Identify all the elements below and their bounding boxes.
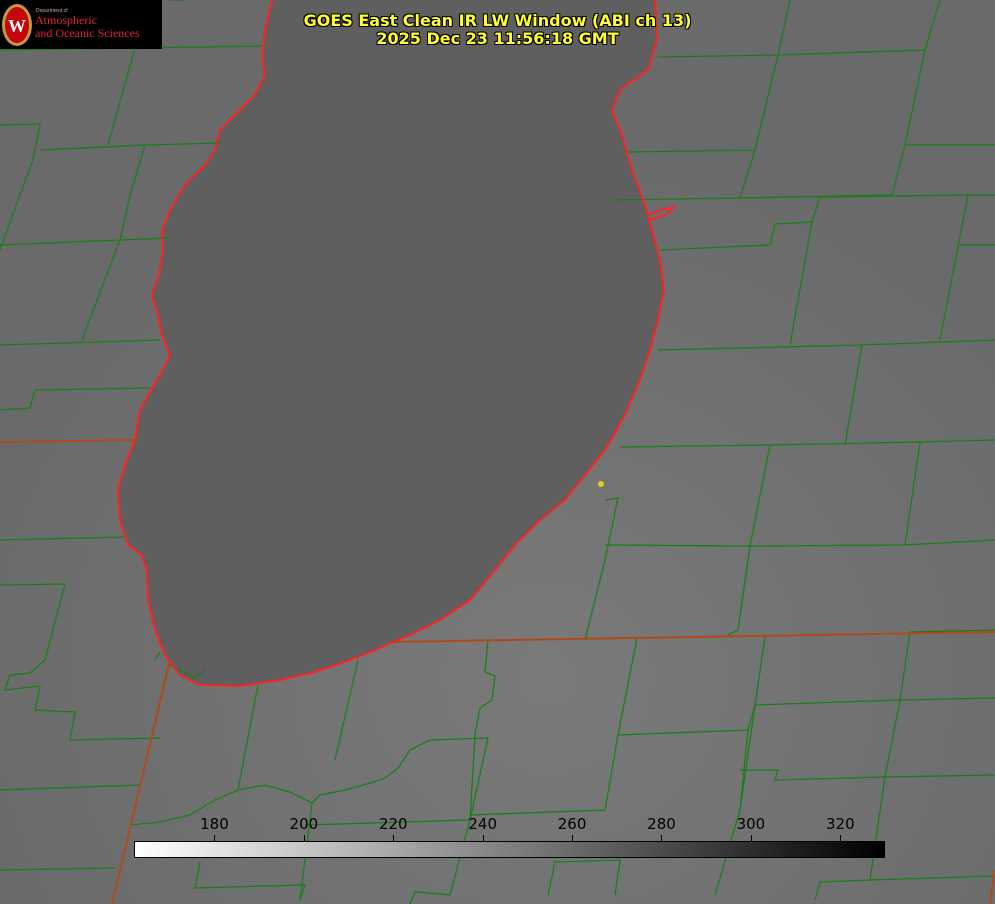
- colorbar-tick-label: 180: [200, 815, 229, 833]
- colorbar: [134, 841, 885, 858]
- uw-seal-icon: W: [2, 4, 32, 46]
- colorbar-tick-label: 240: [468, 815, 497, 833]
- image-timestamp: 2025 Dec 23 11:56:18 GMT: [376, 29, 619, 48]
- colorbar-tick-label: 300: [736, 815, 766, 833]
- colorbar-tick-label: 320: [825, 815, 855, 833]
- location-marker: [598, 481, 604, 487]
- colorbar-tick-label: 220: [378, 815, 408, 833]
- logo-line-2: and Oceanic Sciences: [35, 26, 140, 40]
- colorbar-tick-label: 260: [557, 815, 587, 833]
- colorbar-tick-label: 280: [647, 815, 676, 833]
- uw-aos-logo: W Department of Atmospheric and Oceanic …: [0, 0, 162, 49]
- colorbar-tick-label: 200: [289, 815, 319, 833]
- image-title: GOES East Clean IR LW Window (ABI ch 13): [303, 11, 692, 30]
- satellite-map: [0, 0, 995, 904]
- seal-letter: W: [8, 16, 26, 36]
